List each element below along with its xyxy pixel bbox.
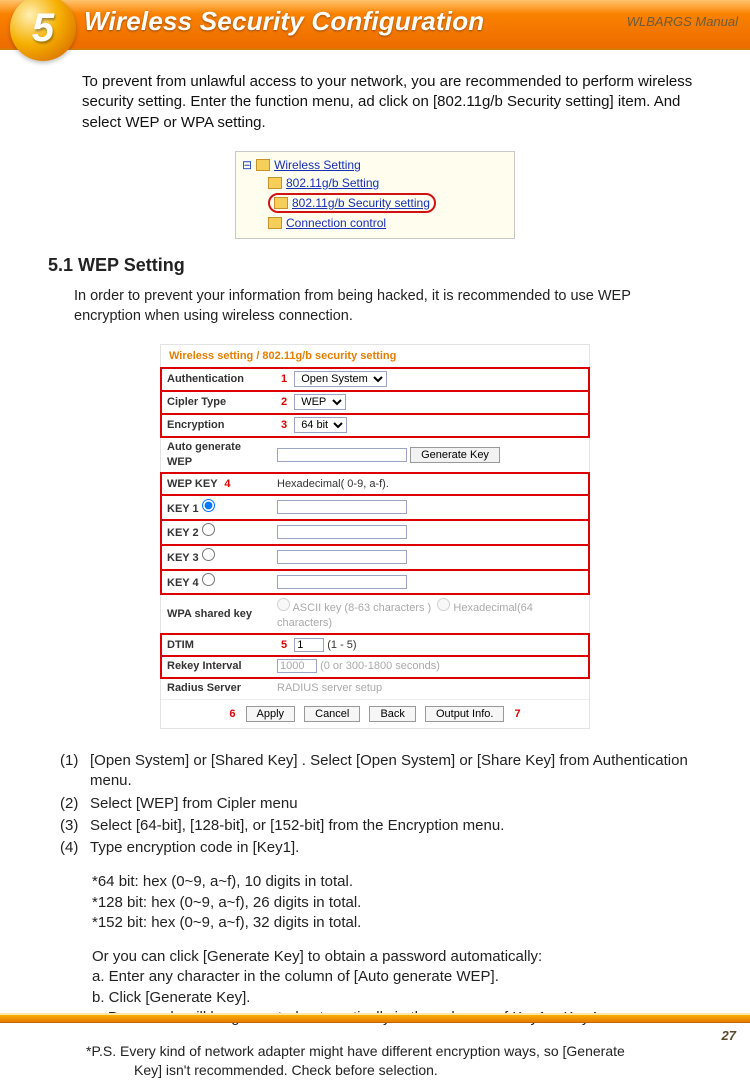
- row-label: Encryption: [161, 414, 271, 437]
- step-text: [Open System] or [Shared Key] . Select […: [90, 751, 694, 792]
- row-label: Auto generate WEP: [161, 437, 271, 474]
- key1-radio[interactable]: [202, 499, 215, 512]
- callout-number: 5: [277, 639, 291, 651]
- key4-input[interactable]: [277, 575, 407, 589]
- row-label: Cipler Type: [161, 391, 271, 414]
- callout-number: 2: [277, 396, 291, 408]
- step-text: Type encryption code in [Key1].: [90, 838, 694, 858]
- steps-list: (1)[Open System] or [Shared Key] . Selec…: [60, 751, 694, 858]
- key1-input[interactable]: [277, 500, 407, 514]
- row-label: WEP KEY: [167, 478, 217, 490]
- step-number: (4): [60, 838, 90, 858]
- settings-breadcrumb: Wireless setting / 802.11g/b security se…: [161, 345, 589, 368]
- rekey-input: [277, 659, 317, 673]
- step-number: (1): [60, 751, 90, 792]
- folder-icon: [256, 159, 270, 171]
- autogen-step-b: b. Click [Generate Key].: [92, 988, 694, 1008]
- row-label: Radius Server: [161, 678, 271, 700]
- rekey-hint: (0 or 300-1800 seconds): [320, 660, 440, 672]
- tree-row-item: Connection control: [242, 214, 508, 232]
- row-label: KEY 1: [167, 503, 199, 515]
- step-number: (2): [60, 794, 90, 814]
- ps-note-line2: Key] isn't recommended. Check before sel…: [134, 1061, 694, 1080]
- chapter-header: 5 Wireless Security Configuration WLBARG…: [0, 0, 750, 50]
- folder-icon: [274, 197, 288, 209]
- cipher-select[interactable]: WEP: [294, 394, 346, 410]
- callout-number: 3: [277, 419, 291, 431]
- callout-number: 4: [220, 478, 234, 490]
- tree-row-item-selected: 802.11g/b Security setting: [242, 192, 508, 214]
- settings-footer: 6 Apply Cancel Back Output Info. 7: [161, 700, 589, 728]
- row-label: KEY 4: [167, 577, 199, 589]
- key2-input[interactable]: [277, 525, 407, 539]
- note-128bit: *128 bit: hex (0~9, a~f), 26 digits in t…: [92, 893, 694, 913]
- note-64bit: *64 bit: hex (0~9, a~f), 10 digits in to…: [92, 872, 694, 892]
- note-152bit: *152 bit: hex (0~9, a~f), 32 digits in t…: [92, 913, 694, 933]
- key4-radio[interactable]: [202, 573, 215, 586]
- selected-highlight: 802.11g/b Security setting: [268, 193, 436, 213]
- chapter-title: Wireless Security Configuration: [84, 6, 484, 37]
- wpa-opt1: ASCII key (8-63 characters ): [292, 602, 431, 614]
- menu-tree-screenshot: ⊟ Wireless Setting 802.11g/b Setting 802…: [235, 151, 515, 239]
- page-content: To prevent from unlawful access to your …: [0, 50, 750, 1080]
- dtim-hint: (1 - 5): [327, 639, 356, 651]
- intro-paragraph: To prevent from unlawful access to your …: [82, 72, 694, 133]
- encryption-select[interactable]: 64 bit: [294, 417, 347, 433]
- tree-root-label: Wireless Setting: [274, 157, 361, 173]
- key3-radio[interactable]: [202, 548, 215, 561]
- key3-input[interactable]: [277, 550, 407, 564]
- tree-item-label: Connection control: [286, 215, 386, 231]
- apply-button[interactable]: Apply: [246, 706, 296, 722]
- step-text: Select [WEP] from Cipler menu: [90, 794, 694, 814]
- row-label: KEY 2: [167, 527, 199, 539]
- row-label: DTIM: [161, 634, 271, 656]
- tree-item-label: 802.11g/b Security setting: [292, 195, 430, 211]
- tree-minus-icon: ⊟: [242, 157, 252, 173]
- tree-row-item: 802.11g/b Setting: [242, 174, 508, 192]
- section-intro: In order to prevent your information fro…: [74, 287, 694, 326]
- step-number: (3): [60, 816, 90, 836]
- step-text: Select [64-bit], [128-bit], or [152-bit]…: [90, 816, 694, 836]
- ps-note-line1: *P.S. Every kind of network adapter migh…: [86, 1042, 694, 1061]
- authentication-select[interactable]: Open System: [294, 371, 387, 387]
- page-number: 27: [722, 1028, 736, 1043]
- output-info-button[interactable]: Output Info.: [425, 706, 504, 722]
- row-label: Authentication: [161, 368, 271, 391]
- footer-strip: [0, 1013, 750, 1023]
- folder-icon: [268, 217, 282, 229]
- wepkey-hint: Hexadecimal( 0-9, a-f).: [271, 473, 589, 495]
- folder-icon: [268, 177, 282, 189]
- manual-label: WLBARGS Manual: [627, 14, 738, 29]
- key2-radio[interactable]: [202, 523, 215, 536]
- tree-item-label: 802.11g/b Setting: [286, 175, 379, 191]
- wpa-ascii-radio: [277, 598, 290, 611]
- back-button[interactable]: Back: [369, 706, 415, 722]
- settings-screenshot: Wireless setting / 802.11g/b security se…: [160, 344, 590, 729]
- row-label: WPA shared key: [161, 594, 271, 634]
- row-label: KEY 3: [167, 552, 199, 564]
- row-label: Rekey Interval: [161, 656, 271, 678]
- bit-notes: *64 bit: hex (0~9, a~f), 10 digits in to…: [92, 872, 694, 933]
- callout-number: 6: [225, 708, 239, 720]
- callout-number: 1: [277, 373, 291, 385]
- radius-hint: RADIUS server setup: [271, 678, 589, 700]
- autogen-intro: Or you can click [Generate Key] to obtai…: [92, 947, 694, 967]
- wpa-hex-radio: [437, 598, 450, 611]
- autogen-input[interactable]: [277, 448, 407, 462]
- tree-row-root: ⊟ Wireless Setting: [242, 156, 508, 174]
- callout-number: 7: [511, 708, 525, 720]
- generate-key-button[interactable]: Generate Key: [410, 447, 500, 463]
- cancel-button[interactable]: Cancel: [304, 706, 360, 722]
- chapter-number: 5: [32, 6, 54, 51]
- section-heading: 5.1 WEP Setting: [48, 253, 694, 277]
- dtim-input[interactable]: [294, 638, 324, 652]
- autogen-step-a: a. Enter any character in the column of …: [92, 967, 694, 987]
